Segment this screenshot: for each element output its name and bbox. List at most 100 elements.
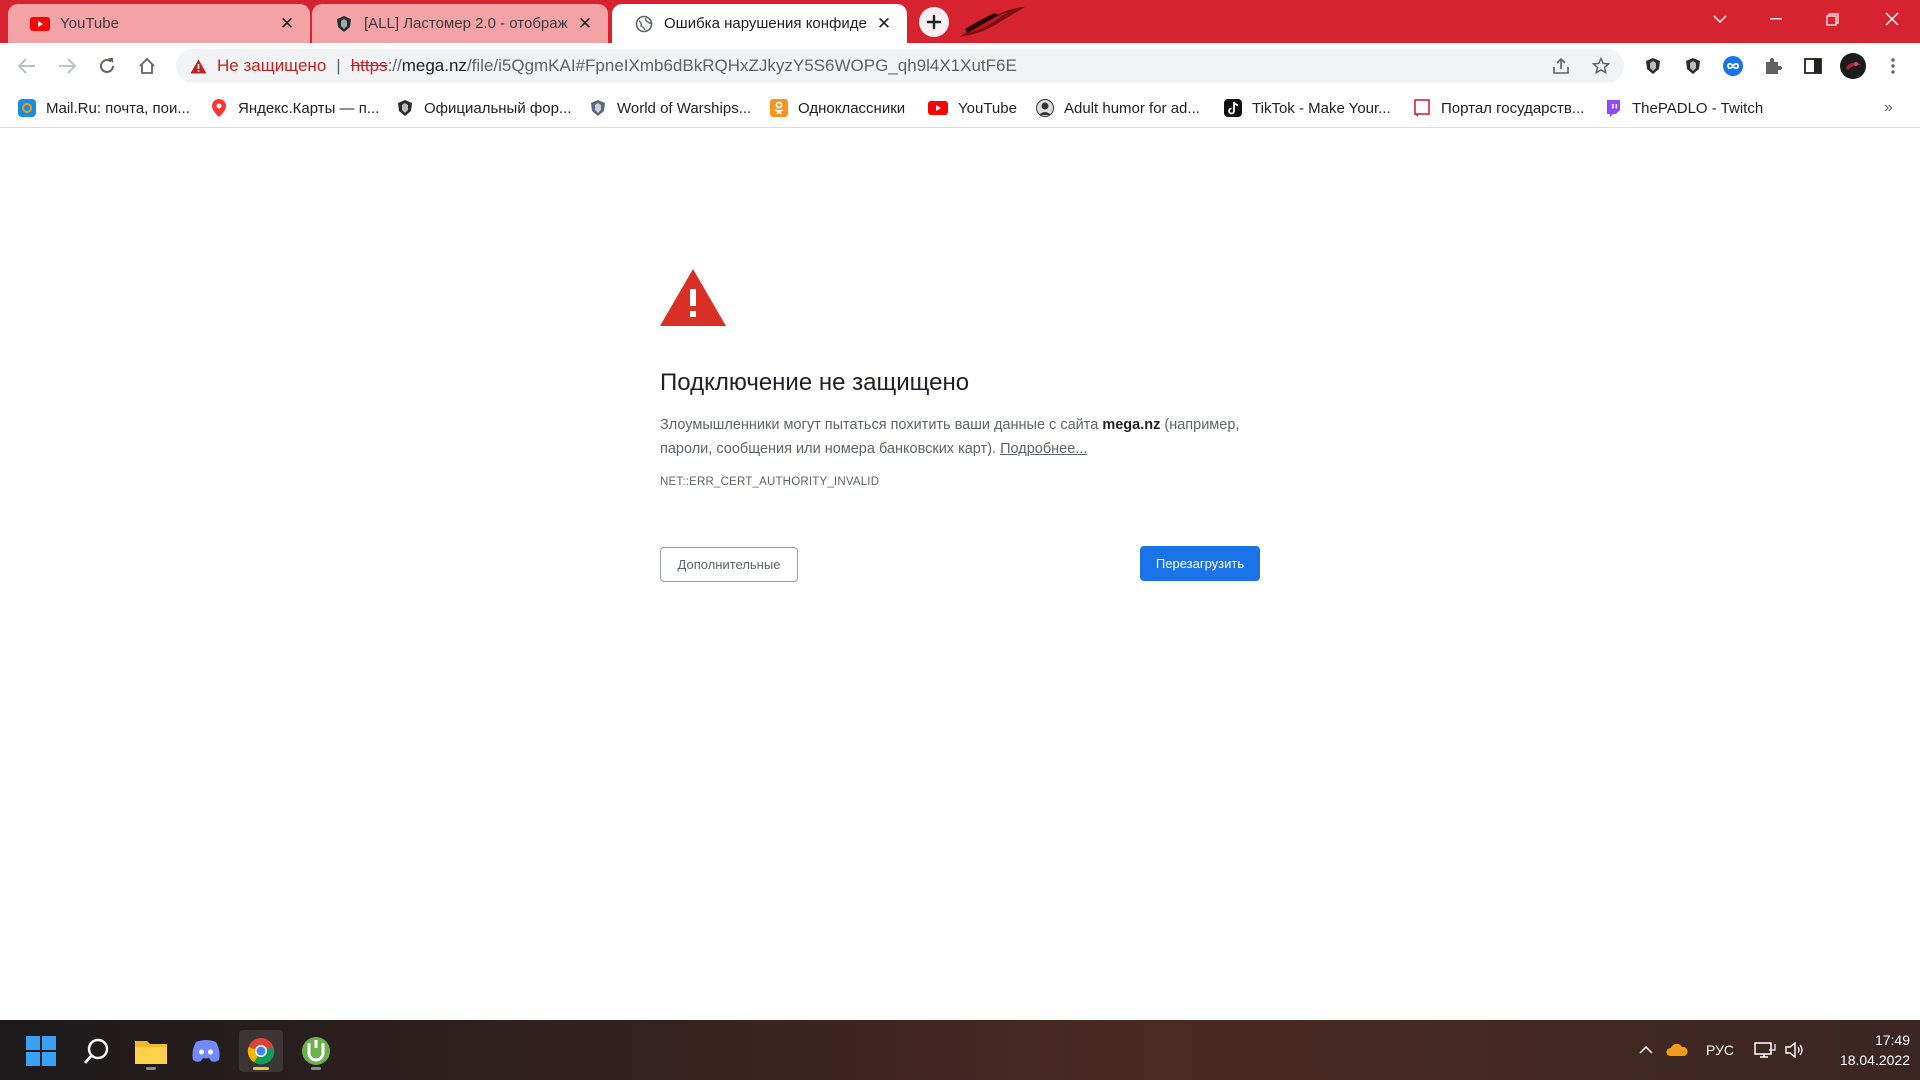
advanced-button[interactable]: Дополнительные [660, 547, 798, 582]
title-bar: YouTube ✕ [ALL] Ластомер 2.0 - отображен… [0, 0, 1920, 43]
home-button[interactable] [131, 50, 163, 82]
utorrent-button[interactable] [294, 1030, 338, 1072]
url-path: /file/i5QgmKAI#FpneIXmb6dBkRQHxZJkyzY5S6… [466, 56, 1017, 75]
bookmark-gosuslugi[interactable]: Портал государств... [1413, 96, 1584, 120]
minimize-button[interactable] [1748, 0, 1804, 38]
tab-lastomer[interactable]: [ALL] Ластомер 2.0 - отображен ✕ [312, 4, 608, 43]
warning-icon [660, 269, 726, 331]
running-indicator [146, 1067, 156, 1070]
extension-vpn-button[interactable] [1718, 51, 1748, 81]
close-icon[interactable]: ✕ [873, 13, 895, 35]
taskbar-search-button[interactable] [75, 1030, 119, 1072]
bookmark-odnoklassniki[interactable]: Одноклассники [770, 96, 905, 120]
extension-warships-button[interactable] [1638, 51, 1668, 81]
bookmark-official-forum[interactable]: Официальный фор... [396, 96, 571, 120]
interstitial-page: Подключение не защищено Злоумышленники м… [0, 129, 1920, 1019]
start-button[interactable] [19, 1030, 63, 1072]
volume-button[interactable] [1782, 1038, 1808, 1062]
arrow-left-icon [18, 58, 35, 74]
chevron-up-icon [1639, 1046, 1653, 1054]
warships-icon [396, 99, 414, 117]
clock-time: 17:49 [1874, 1032, 1910, 1048]
close-window-button[interactable] [1864, 0, 1920, 38]
reload-button[interactable] [91, 50, 123, 82]
network-icon [1754, 1042, 1776, 1058]
forward-button[interactable] [51, 50, 83, 82]
search-icon [83, 1038, 109, 1064]
chrome-icon [247, 1038, 275, 1065]
menu-button[interactable] [1878, 51, 1908, 81]
warships-icon [1646, 58, 1660, 74]
chevron-down-icon [1713, 15, 1727, 23]
star-icon [1592, 57, 1610, 75]
error-code: NET::ERR_CERT_AUTHORITY_INVALID [660, 476, 880, 488]
utorrent-icon [302, 1037, 330, 1065]
kebab-menu-icon [1891, 58, 1895, 74]
bookmark-adult-humor[interactable]: Adult humor for ad... [1036, 96, 1200, 120]
back-button[interactable] [11, 50, 43, 82]
youtube-icon [30, 14, 50, 34]
site-info-button[interactable]: Не защищено [190, 56, 326, 76]
url-text[interactable]: https://mega.nz/file/i5QgmKAI#FpneIXmb6d… [351, 56, 1017, 76]
clock[interactable]: 17:49 18.04.2022 [1820, 1030, 1910, 1070]
description-host: mega.nz [1102, 417, 1161, 433]
error-description: Злоумышленники могут пытаться похитить в… [660, 413, 1270, 461]
bookmarks-overflow-button[interactable]: » [1884, 96, 1893, 120]
show-hidden-icons-button[interactable] [1636, 1038, 1656, 1062]
cloud-icon [1666, 1043, 1688, 1056]
side-panel-icon [1804, 58, 1822, 74]
network-button[interactable] [1752, 1038, 1778, 1062]
reload-page-button[interactable]: Перезагрузить [1140, 546, 1260, 581]
restore-button[interactable] [1804, 0, 1860, 38]
profile-avatar-button[interactable] [1838, 51, 1868, 81]
tab-youtube[interactable]: YouTube ✕ [8, 4, 310, 43]
twitch-icon [1604, 99, 1622, 117]
tab-search-button[interactable] [1692, 0, 1748, 38]
bookmark-label: Официальный фор... [424, 99, 572, 117]
ok-icon [770, 99, 788, 117]
bookmark-tiktok[interactable]: TikTok - Make Your... [1224, 96, 1391, 120]
cloud-tray-button[interactable] [1664, 1038, 1690, 1062]
page-title: Подключение не защищено [660, 369, 970, 396]
learn-more-link[interactable]: Подробнее... [1000, 441, 1087, 457]
tiktok-icon [1224, 99, 1242, 117]
file-explorer-icon [135, 1041, 167, 1064]
puzzle-icon [1766, 58, 1782, 74]
taskbar: РУС 17:49 18.04.2022 [0, 1020, 1920, 1080]
address-bar[interactable]: Не защищено | https://mega.nz/file/i5Qgm… [176, 49, 1624, 83]
bookmark-twitch[interactable]: ThePADLO - Twitch [1604, 96, 1763, 120]
bookmark-star-button[interactable] [1586, 51, 1616, 81]
omnibox-separator: | [336, 56, 341, 75]
bookmarks-bar: Mail.Ru: почта, пои... Яндекс.Карты — п.… [0, 88, 1920, 128]
bookmark-label: World of Warships... [617, 99, 752, 117]
bookmark-label: ThePADLO - Twitch [1632, 99, 1764, 117]
bookmark-mailru[interactable]: Mail.Ru: почта, пои... [18, 96, 190, 120]
close-icon [1885, 12, 1899, 26]
language-indicator[interactable]: РУС [1700, 1038, 1740, 1062]
bookmark-world-of-warships[interactable]: World of Warships... [589, 96, 751, 120]
restore-icon [1825, 12, 1839, 26]
file-explorer-button[interactable] [129, 1030, 173, 1072]
new-tab-button[interactable] [919, 7, 949, 37]
tab-privacy-error[interactable]: Ошибка нарушения конфиденц ✕ [612, 4, 907, 43]
close-icon[interactable]: ✕ [574, 13, 596, 35]
close-icon[interactable]: ✕ [276, 13, 298, 35]
avatar [1840, 53, 1866, 79]
youtube-icon [928, 99, 948, 117]
share-icon [1553, 58, 1569, 74]
url-scheme-separator: :// [387, 56, 402, 75]
bookmark-label: Одноклассники [798, 99, 906, 117]
extension-warships2-button[interactable] [1678, 51, 1708, 81]
discord-button[interactable] [184, 1030, 228, 1072]
extensions-button[interactable] [1758, 51, 1788, 81]
face-icon [1036, 99, 1054, 117]
plus-icon [927, 15, 941, 29]
bookmark-youtube[interactable]: YouTube [928, 96, 1017, 120]
chrome-button[interactable] [239, 1030, 283, 1072]
bookmark-label: YouTube [958, 99, 1017, 117]
bookmark-label: Яндекс.Карты — п... [238, 99, 380, 117]
bookmark-label: TikTok - Make Your... [1252, 99, 1391, 117]
bookmark-yandex-maps[interactable]: Яндекс.Карты — п... [210, 96, 379, 120]
share-button[interactable] [1546, 51, 1576, 81]
side-panel-button[interactable] [1798, 51, 1828, 81]
